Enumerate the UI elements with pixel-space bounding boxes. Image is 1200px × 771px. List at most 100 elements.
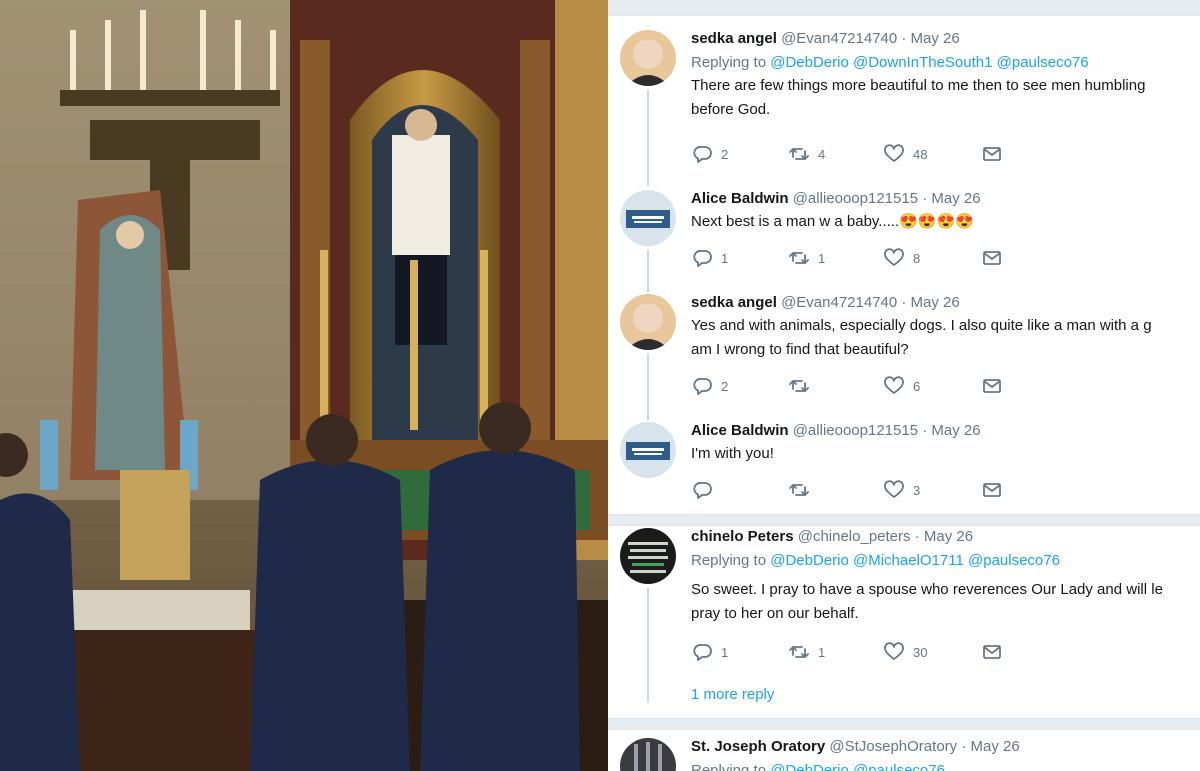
display-name[interactable]: St. Joseph Oratory	[691, 738, 825, 755]
direct-message-button[interactable]	[981, 642, 1003, 662]
retweet-icon	[789, 646, 809, 658]
like-button[interactable]: 3	[883, 480, 920, 500]
reply-thread: sedka angel @Evan47214740 · May 26 Reply…	[608, 0, 1200, 771]
replying-to-label: Replying to	[691, 54, 767, 71]
direct-message-button[interactable]	[981, 376, 1003, 396]
display-name[interactable]: sedka angel	[691, 30, 777, 47]
tweet-6[interactable]: St. Joseph Oratory @StJosephOratory · Ma…	[608, 738, 1200, 771]
direct-message-button[interactable]	[981, 248, 1003, 268]
avatar[interactable]	[620, 738, 676, 771]
replying-to: Replying to @DebDerio @MichaelO1711 @pau…	[691, 552, 1200, 570]
tweet-date[interactable]: · May 26	[915, 528, 973, 545]
tweet-date[interactable]: · May 26	[901, 294, 959, 311]
tweet-1[interactable]: sedka angel @Evan47214740 · May 26 Reply…	[608, 30, 1200, 186]
conversation-divider	[608, 718, 1200, 730]
avatar[interactable]	[620, 30, 676, 86]
user-handle[interactable]: @chinelo_peters	[798, 528, 911, 545]
tweet-3[interactable]: sedka angel @Evan47214740 · May 26 Yes a…	[608, 294, 1200, 420]
mention-link[interactable]: @paulseco76	[968, 552, 1060, 569]
heart-icon	[884, 376, 904, 394]
retweet-count: 1	[818, 644, 826, 660]
like-button[interactable]: 6	[883, 376, 920, 396]
reply-button[interactable]: 2	[693, 144, 728, 164]
tweet-text-line: There are few things more beautiful to m…	[691, 77, 1146, 94]
thread-connector	[647, 354, 649, 420]
mention-link[interactable]: @MichaelO1711	[853, 552, 964, 569]
retweet-button[interactable]	[788, 376, 818, 396]
mention-link[interactable]: @DebDerio	[770, 762, 849, 771]
reply-icon	[693, 378, 712, 395]
tweet-text: Next best is a man w a baby.....😍😍😍😍	[691, 210, 1200, 234]
retweet-button[interactable]: 1	[788, 248, 825, 268]
like-button[interactable]: 48	[883, 144, 927, 164]
reply-button[interactable]: 2	[693, 376, 728, 396]
tweet-text-line: before God.	[691, 101, 771, 118]
mention-link[interactable]: @DownInTheSouth1	[853, 54, 992, 71]
tweet-date[interactable]: · May 26	[961, 738, 1019, 755]
reply-button[interactable]: 1	[693, 248, 728, 268]
tweet-text-line: I'm with you!	[691, 445, 774, 462]
mention-link[interactable]: @paulseco76	[997, 54, 1089, 71]
reply-icon	[693, 482, 712, 499]
avatar[interactable]	[620, 294, 676, 350]
reply-button[interactable]	[693, 480, 721, 500]
avatar[interactable]	[620, 190, 676, 246]
tweet-5[interactable]: chinelo Peters @chinelo_peters · May 26 …	[608, 528, 1200, 714]
user-handle[interactable]: @StJosephOratory	[829, 738, 957, 755]
display-name[interactable]: Alice Baldwin	[691, 422, 789, 439]
retweet-button[interactable]	[788, 480, 818, 500]
replying-to: Replying to @DebDerio @DownInTheSouth1 @…	[691, 54, 1200, 72]
display-name[interactable]: chinelo Peters	[691, 528, 794, 545]
like-count: 6	[913, 378, 921, 394]
user-handle[interactable]: @allieooop121515	[793, 422, 918, 439]
like-count: 48	[913, 146, 928, 162]
tweet-4[interactable]: Alice Baldwin @allieooop121515 · May 26 …	[608, 422, 1200, 512]
avatar[interactable]	[620, 422, 676, 478]
tweet-date[interactable]: · May 26	[922, 190, 980, 207]
retweet-icon	[789, 380, 809, 392]
show-more-replies-link[interactable]: 1 more reply	[691, 686, 774, 703]
retweet-button[interactable]: 1	[788, 642, 825, 662]
replying-to-label: Replying to	[691, 552, 767, 569]
tweet-text-line: pray to her on our behalf.	[691, 605, 859, 622]
tweet-text: So sweet. I pray to have a spouse who re…	[691, 578, 1200, 626]
heart-icon	[884, 480, 904, 498]
like-button[interactable]: 30	[883, 642, 927, 662]
retweet-icon	[789, 252, 809, 264]
tweet-text-line: So sweet. I pray to have a spouse who re…	[691, 581, 1163, 598]
user-photo-icon	[620, 422, 676, 478]
like-button[interactable]: 8	[883, 248, 920, 268]
tweet-text-line: am I wrong to find that beautiful?	[691, 341, 909, 358]
mention-link[interactable]: @DebDerio	[770, 552, 849, 569]
direct-message-button[interactable]	[981, 480, 1003, 500]
display-name[interactable]: Alice Baldwin	[691, 190, 789, 207]
conversation-divider	[608, 514, 1200, 526]
reply-button[interactable]: 1	[693, 642, 728, 662]
envelope-icon	[983, 645, 1001, 659]
church-altar-photo[interactable]	[0, 0, 608, 771]
reply-count: 2	[721, 146, 729, 162]
tweet-text-line: Next best is a man w a baby.....	[691, 213, 900, 230]
emoji: 😍😍😍😍	[899, 213, 974, 230]
envelope-icon	[983, 251, 1001, 265]
heart-icon	[884, 144, 904, 162]
direct-message-button[interactable]	[981, 144, 1003, 164]
mention-link[interactable]: @DebDerio	[770, 54, 849, 71]
user-handle[interactable]: @Evan47214740	[781, 294, 897, 311]
user-photo-icon	[620, 738, 676, 771]
user-handle[interactable]: @Evan47214740	[781, 30, 897, 47]
avatar[interactable]	[620, 528, 676, 584]
reply-icon	[693, 250, 712, 267]
user-photo-icon	[620, 528, 676, 584]
replying-to: Replying to @DebDerio @paulseco76	[691, 762, 1200, 771]
mention-link[interactable]: @paulseco76	[853, 762, 945, 771]
user-photo-icon	[620, 30, 676, 86]
retweet-button[interactable]: 4	[788, 144, 825, 164]
user-handle[interactable]: @allieooop121515	[793, 190, 918, 207]
reply-count: 1	[721, 250, 729, 266]
tweet-date[interactable]: · May 26	[922, 422, 980, 439]
retweet-count: 1	[818, 250, 826, 266]
tweet-date[interactable]: · May 26	[901, 30, 959, 47]
tweet-2[interactable]: Alice Baldwin @allieooop121515 · May 26 …	[608, 190, 1200, 292]
display-name[interactable]: sedka angel	[691, 294, 777, 311]
